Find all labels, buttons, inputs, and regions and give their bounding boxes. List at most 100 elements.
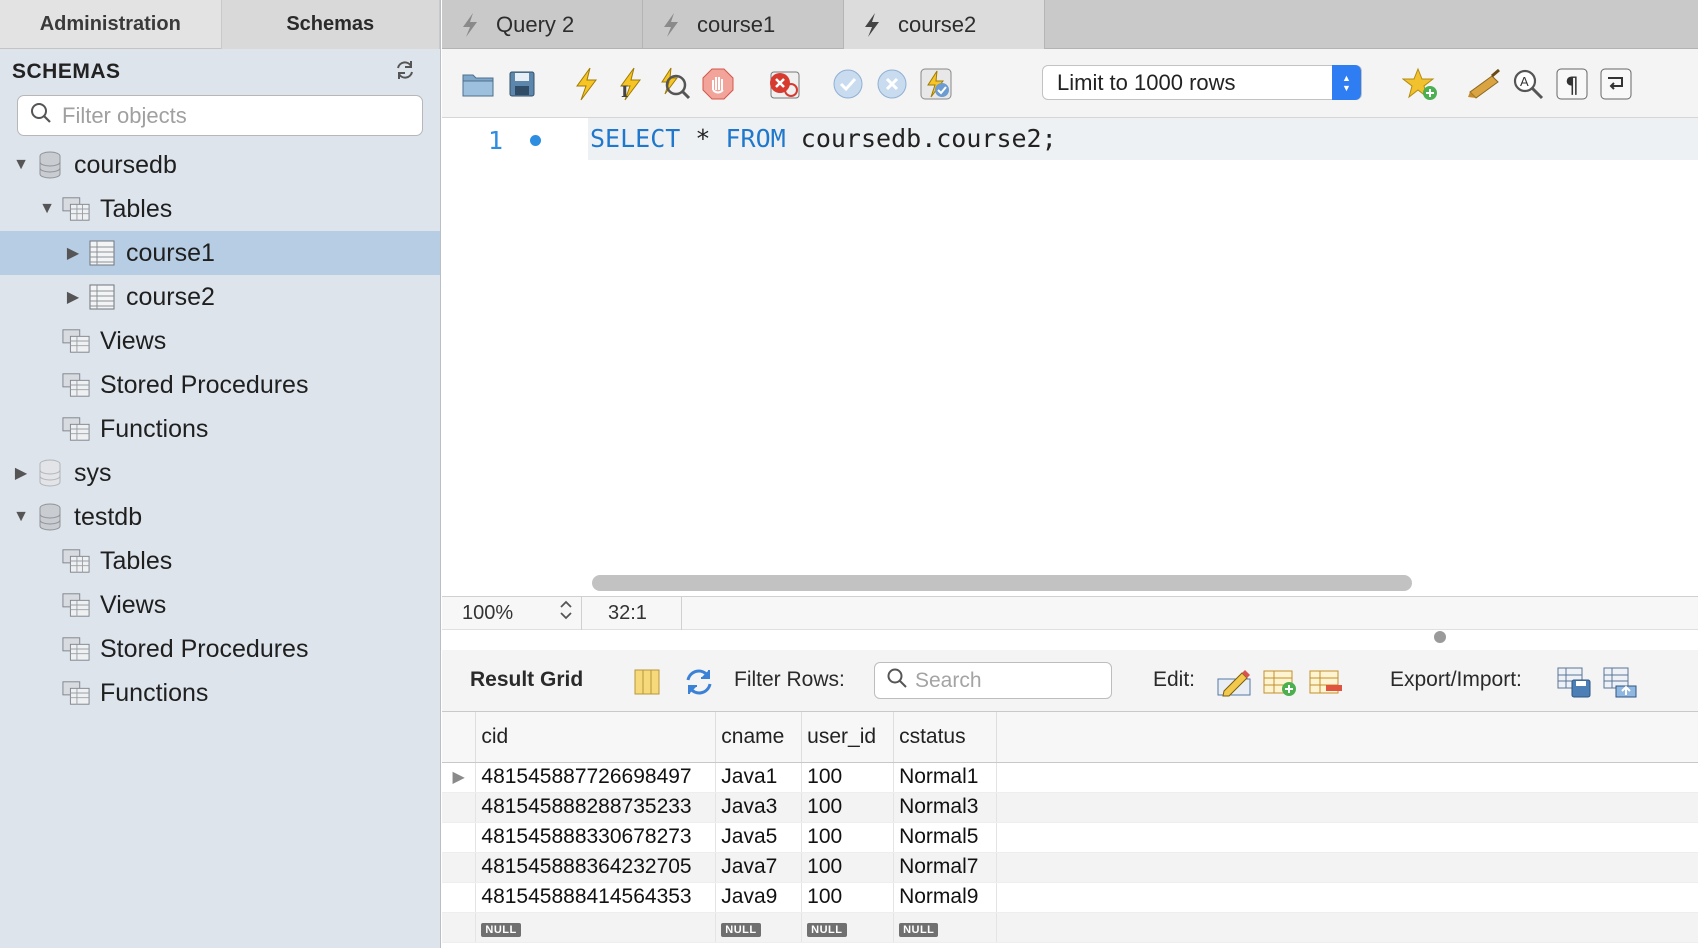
delete-row-icon[interactable] [1307,664,1345,700]
zoom-stepper[interactable]: 100% [442,596,582,630]
column-header-cstatus[interactable]: cstatus [893,712,997,763]
tree-item-label: Views [100,326,167,355]
cell-cid[interactable]: 481545888288735233 [475,792,717,823]
commit-icon[interactable] [830,66,866,102]
table-row[interactable]: 481545888364232705 Java7 100 Normal7 [442,852,1698,883]
disclosure-expanded-icon[interactable]: ▼ [12,508,30,526]
wrap-lines-icon[interactable] [1598,66,1634,102]
autocommit-icon[interactable] [918,66,954,102]
bookmark-add-icon[interactable] [1402,66,1438,102]
tree-item-tables[interactable]: Tables [0,539,440,583]
database-icon [36,151,64,179]
export-icon[interactable] [1555,664,1593,700]
grid-view-icon[interactable] [628,664,666,700]
tree-item-stored-procedures[interactable]: Stored Procedures [0,627,440,671]
tree-item-functions[interactable]: Functions [0,671,440,715]
execute-icon[interactable] [568,66,604,102]
cell-cname[interactable]: Java3 [715,792,803,823]
tree-item-label: course1 [126,238,215,267]
tree-item-views[interactable]: Views [0,583,440,627]
cell-user-id[interactable]: 100 [801,852,895,883]
disclosure-collapsed-icon[interactable]: ▶ [64,243,82,263]
splitter-handle[interactable] [1434,631,1446,643]
disclosure-expanded-icon[interactable]: ▼ [12,156,30,174]
cell-cid[interactable]: NULL [475,912,717,943]
open-file-icon[interactable] [460,66,496,102]
execute-current-icon[interactable]: I [612,66,648,102]
tab-course2[interactable]: course2 [844,0,1045,49]
cell-cname[interactable]: Java7 [715,852,803,883]
disclosure-collapsed-icon[interactable]: ▶ [64,287,82,307]
column-header-cid[interactable]: cid [475,712,717,763]
stepper-arrows-icon[interactable] [559,599,573,627]
cell-cstatus[interactable]: NULL [893,912,997,943]
horizontal-scrollbar[interactable] [592,575,1412,591]
refresh-icon[interactable] [394,60,416,85]
cell-cname[interactable]: Java1 [715,762,803,793]
cell-cname[interactable]: Java5 [715,822,803,853]
cell-user-id[interactable]: 100 [801,882,895,913]
filter-rows-input[interactable] [915,668,1105,693]
code-line[interactable]: SELECT * FROM coursedb.course2; [588,118,1698,160]
cell-user-id[interactable]: 100 [801,822,895,853]
stop-icon[interactable] [700,66,736,102]
limit-rows-select[interactable]: Limit to 1000 rows ▲ ▼ [1042,65,1362,100]
filter-rows-field[interactable] [874,662,1112,699]
cell-cid[interactable]: 481545888330678273 [475,822,717,853]
tree-item-functions[interactable]: Functions [0,407,440,451]
table-row[interactable]: 481545888414564353 Java9 100 Normal9 [442,882,1698,913]
import-icon[interactable] [1601,664,1639,700]
column-header-cname[interactable]: cname [715,712,803,763]
cell-user-id[interactable]: 100 [801,792,895,823]
schema-tree: ▼ coursedb ▼ Tables ▶ course1 ▶ course2 … [0,143,440,715]
add-row-icon[interactable] [1261,664,1299,700]
disclosure-collapsed-icon[interactable]: ▶ [12,463,30,483]
sql-editor[interactable]: 1 SELECT * FROM coursedb.course2; [442,118,1698,596]
refresh-results-icon[interactable] [680,664,718,700]
cell-cname[interactable]: NULL [715,912,803,943]
tree-item-course2[interactable]: ▶ course2 [0,275,440,319]
edit-row-icon[interactable] [1215,664,1253,700]
tree-item-views[interactable]: Views [0,319,440,363]
folder-tables-icon [62,195,90,223]
table-row[interactable]: ▶ 481545887726698497 Java1 100 Normal1 [442,762,1698,793]
table-row[interactable]: 481545888288735233 Java3 100 Normal3 [442,792,1698,823]
cell-cstatus[interactable]: Normal9 [893,882,997,913]
tab-query-2[interactable]: Query 2 [442,0,643,49]
cell-cstatus[interactable]: Normal3 [893,792,997,823]
beautify-icon[interactable] [1466,66,1502,102]
cell-user-id[interactable]: NULL [801,912,895,943]
tab-schemas[interactable]: Schemas [221,0,440,49]
tab-course1[interactable]: course1 [643,0,844,49]
table-row[interactable]: 481545888330678273 Java5 100 Normal5 [442,822,1698,853]
cell-cstatus[interactable]: Normal5 [893,822,997,853]
find-icon[interactable]: A [1510,66,1546,102]
invisible-chars-icon[interactable]: ¶ [1554,66,1590,102]
cell-cstatus[interactable]: Normal7 [893,852,997,883]
rollback-icon[interactable] [874,66,910,102]
cell-cid[interactable]: 481545888414564353 [475,882,717,913]
cell-cname[interactable]: Java9 [715,882,803,913]
cell-user-id[interactable]: 100 [801,762,895,793]
new-row[interactable]: NULL NULL NULL NULL [442,912,1698,943]
tree-item-stored-procedures[interactable]: Stored Procedures [0,363,440,407]
filter-objects-input[interactable] [62,102,402,129]
tree-item-coursedb[interactable]: ▼ coursedb [0,143,440,187]
toggle-errors-icon[interactable] [766,66,802,102]
tree-item-sys[interactable]: ▶ sys [0,451,440,495]
cell-cid[interactable]: 481545887726698497 [475,762,717,793]
folder-views-icon [62,591,90,619]
tree-item-testdb[interactable]: ▼ testdb [0,495,440,539]
row-marker [442,912,477,943]
filter-objects-field[interactable] [17,95,423,136]
tree-item-label: Tables [100,546,173,575]
tab-administration[interactable]: Administration [0,0,222,49]
cell-cstatus[interactable]: Normal1 [893,762,997,793]
save-icon[interactable] [504,66,540,102]
tree-item-tables[interactable]: ▼ Tables [0,187,440,231]
column-header-user-id[interactable]: user_id [801,712,895,763]
disclosure-expanded-icon[interactable]: ▼ [38,200,56,218]
cell-cid[interactable]: 481545888364232705 [475,852,717,883]
explain-icon[interactable] [656,66,692,102]
tree-item-course1[interactable]: ▶ course1 [0,231,440,275]
